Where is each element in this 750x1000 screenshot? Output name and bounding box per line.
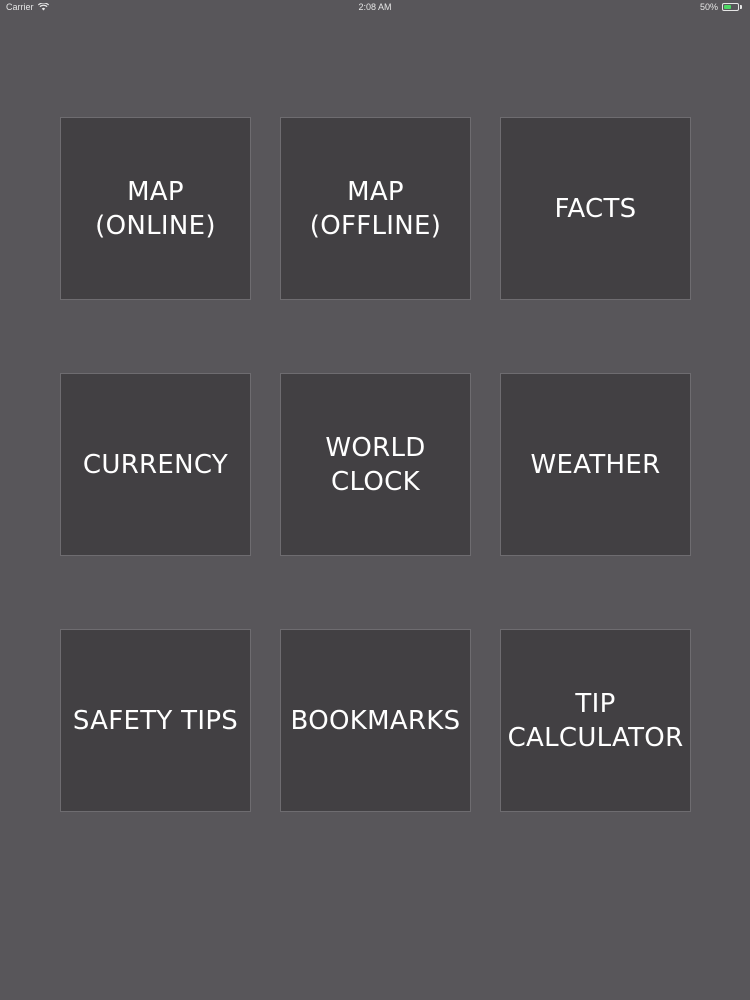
status-time: 2:08 AM — [358, 2, 392, 12]
safety-tips-button[interactable]: SAFETY TIPS — [60, 629, 251, 812]
tip-calculator-button[interactable]: TIP CALCULATOR — [500, 629, 691, 812]
tile-label: CURRENCY — [82, 449, 229, 480]
battery-percent: 50% — [699, 2, 718, 12]
tile-label: TIP CALCULATOR — [507, 688, 684, 753]
weather-button[interactable]: WEATHER — [500, 373, 691, 556]
bookmarks-button[interactable]: BOOKMARKS — [280, 629, 471, 812]
tile-label: MAP (ONLINE) — [95, 176, 216, 241]
facts-button[interactable]: FACTS — [500, 117, 691, 300]
battery-icon — [722, 3, 742, 11]
currency-button[interactable]: CURRENCY — [60, 373, 251, 556]
tile-label: WEATHER — [530, 449, 661, 480]
tile-label: SAFETY TIPS — [72, 705, 239, 736]
tile-label: BOOKMARKS — [290, 705, 461, 736]
world-clock-button[interactable]: WORLD CLOCK — [280, 373, 471, 556]
status-right: 50% — [700, 2, 742, 12]
map-offline-button[interactable]: MAP (OFFLINE) — [280, 117, 471, 300]
tile-label: FACTS — [554, 193, 637, 224]
battery-fill — [724, 5, 731, 9]
tile-label: WORLD CLOCK — [325, 432, 426, 497]
menu-grid: MAP (ONLINE) MAP (OFFLINE) FACTS CURRENC… — [60, 117, 691, 812]
tile-label: MAP (OFFLINE) — [309, 176, 442, 241]
status-bar: Carrier 2:08 AM 50% — [0, 0, 750, 16]
map-online-button[interactable]: MAP (ONLINE) — [60, 117, 251, 300]
